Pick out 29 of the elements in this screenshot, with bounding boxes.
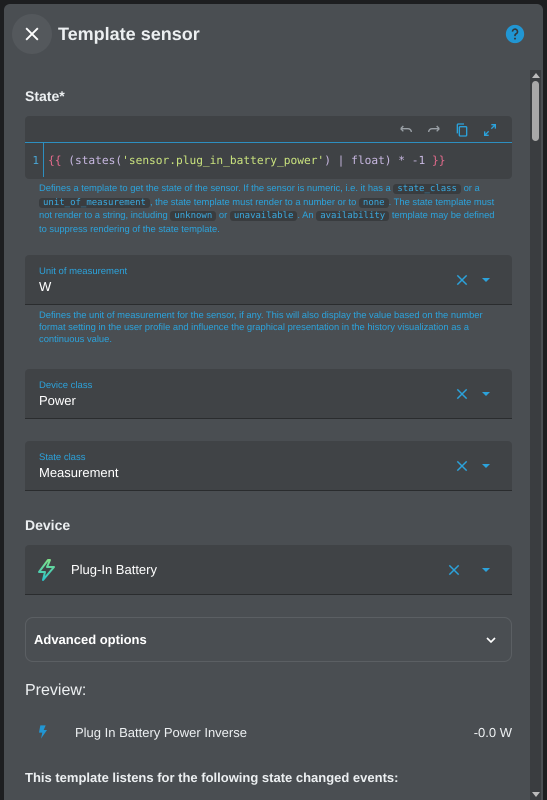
dialog-title: Template sensor (58, 24, 201, 44)
copy-icon[interactable] (454, 122, 470, 138)
entity-state: -0.0 W (474, 724, 512, 740)
expand-icon[interactable] (482, 122, 498, 138)
listeners-text: This template listens for the following state changed events: (25, 770, 400, 785)
line-number: 1 (31, 154, 39, 166)
field-value: W (39, 278, 52, 294)
device-picker[interactable]: Plug-In Battery (25, 545, 512, 595)
field-label: Unit of measurement (39, 266, 128, 276)
field-helper-text: Defines the unit of measurement for the sensor, if any. This will also display the value based on the number format setting in the user profile and influence the graphical presentation in the history visualization as a continuous value. (39, 309, 484, 345)
field-label: Device class (39, 380, 94, 390)
scrollbar[interactable] (530, 70, 541, 800)
field-value: Plug-In Battery (71, 562, 158, 577)
section-label: State* (25, 88, 66, 104)
field-value: Power (39, 392, 77, 408)
select-field[interactable]: Unit of measurement W (25, 255, 512, 305)
help-icon[interactable] (505, 24, 525, 44)
code-line[interactable]: {{ (states('sensor.plug_in_battery_power') | float) * -1 }} (43, 143, 446, 177)
entity-name: Plug In Battery Power Inverse (75, 724, 248, 740)
select-field[interactable]: Device class Power (25, 369, 512, 419)
select-field[interactable]: State class Measurement (25, 441, 512, 491)
preview-heading: Preview: (25, 682, 88, 700)
close-button[interactable] (12, 14, 52, 54)
code-editor[interactable]: 1 {{ (states('sensor.plug_in_battery_power') | float) * -1 }} (25, 116, 512, 179)
field-value: Measurement (39, 464, 120, 480)
field-description: Defines a template to get the state of the sensor. If the sensor is numeric, i.e. it has a state_class or a unit_of_measurement , the state template must render to a number or to none . The state template must not render to a string, including unknown or unavailable . An availability template may be defined to suppress rendering of the state template. (39, 182, 496, 235)
advanced-options-expander[interactable]: Advanced options (25, 617, 512, 662)
field-label: State class (39, 452, 86, 462)
section-label: Device (25, 517, 72, 533)
